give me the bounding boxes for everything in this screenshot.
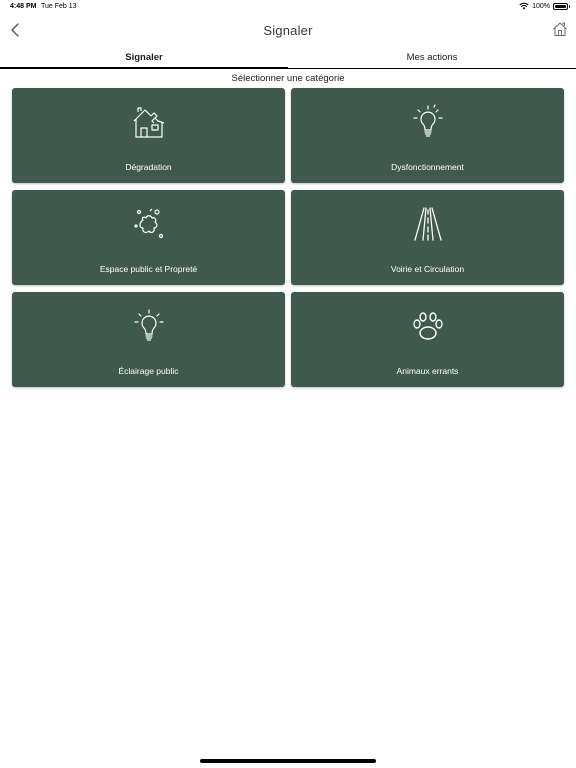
page-title: Signaler [263, 23, 313, 38]
category-degradation[interactable]: Dégradation [12, 88, 285, 183]
category-label: Dysfonctionnement [391, 162, 464, 172]
category-label: Animaux errants [396, 366, 459, 376]
splash-stain-icon [133, 208, 163, 239]
wifi-icon [519, 2, 529, 10]
home-icon[interactable] [552, 21, 568, 37]
category-eclairage[interactable]: Éclairage public [12, 292, 285, 387]
battery-percent: 100% [532, 2, 550, 10]
status-time: 4:48 PM [10, 3, 37, 10]
tab-bar: Signaler Mes actions [0, 48, 576, 69]
status-date: Tue Feb 13 [41, 3, 77, 10]
home-indicator[interactable] [200, 759, 376, 763]
category-label: Espace public et Propreté [99, 264, 198, 274]
nav-bar: Signaler [0, 14, 576, 48]
battery-icon [553, 2, 570, 10]
damaged-house-icon [133, 107, 164, 138]
active-tab-indicator [0, 67, 288, 69]
road-icon [413, 207, 442, 241]
section-label: Sélectionner une catégorie [231, 73, 345, 84]
status-bar: 4:48 PM Tue Feb 13 100% [0, 0, 576, 14]
category-label: Dégradation [125, 162, 172, 172]
lightbulb-icon [133, 309, 164, 341]
tab-mes-actions[interactable]: Mes actions [288, 52, 576, 63]
category-dysfonctionnement[interactable]: Dysfonctionnement [291, 88, 564, 183]
lightbulb-icon [412, 104, 443, 137]
category-voirie[interactable]: Voirie et Circulation [291, 190, 564, 285]
category-label: Voirie et Circulation [390, 264, 465, 274]
status-right: 100% [519, 2, 570, 10]
category-label: Éclairage public [118, 366, 179, 376]
category-espace-public[interactable]: Espace public et Propreté [12, 190, 285, 285]
category-animaux[interactable]: Animaux errants [291, 292, 564, 387]
tab-signaler[interactable]: Signaler [0, 52, 288, 63]
paw-icon [412, 312, 443, 340]
